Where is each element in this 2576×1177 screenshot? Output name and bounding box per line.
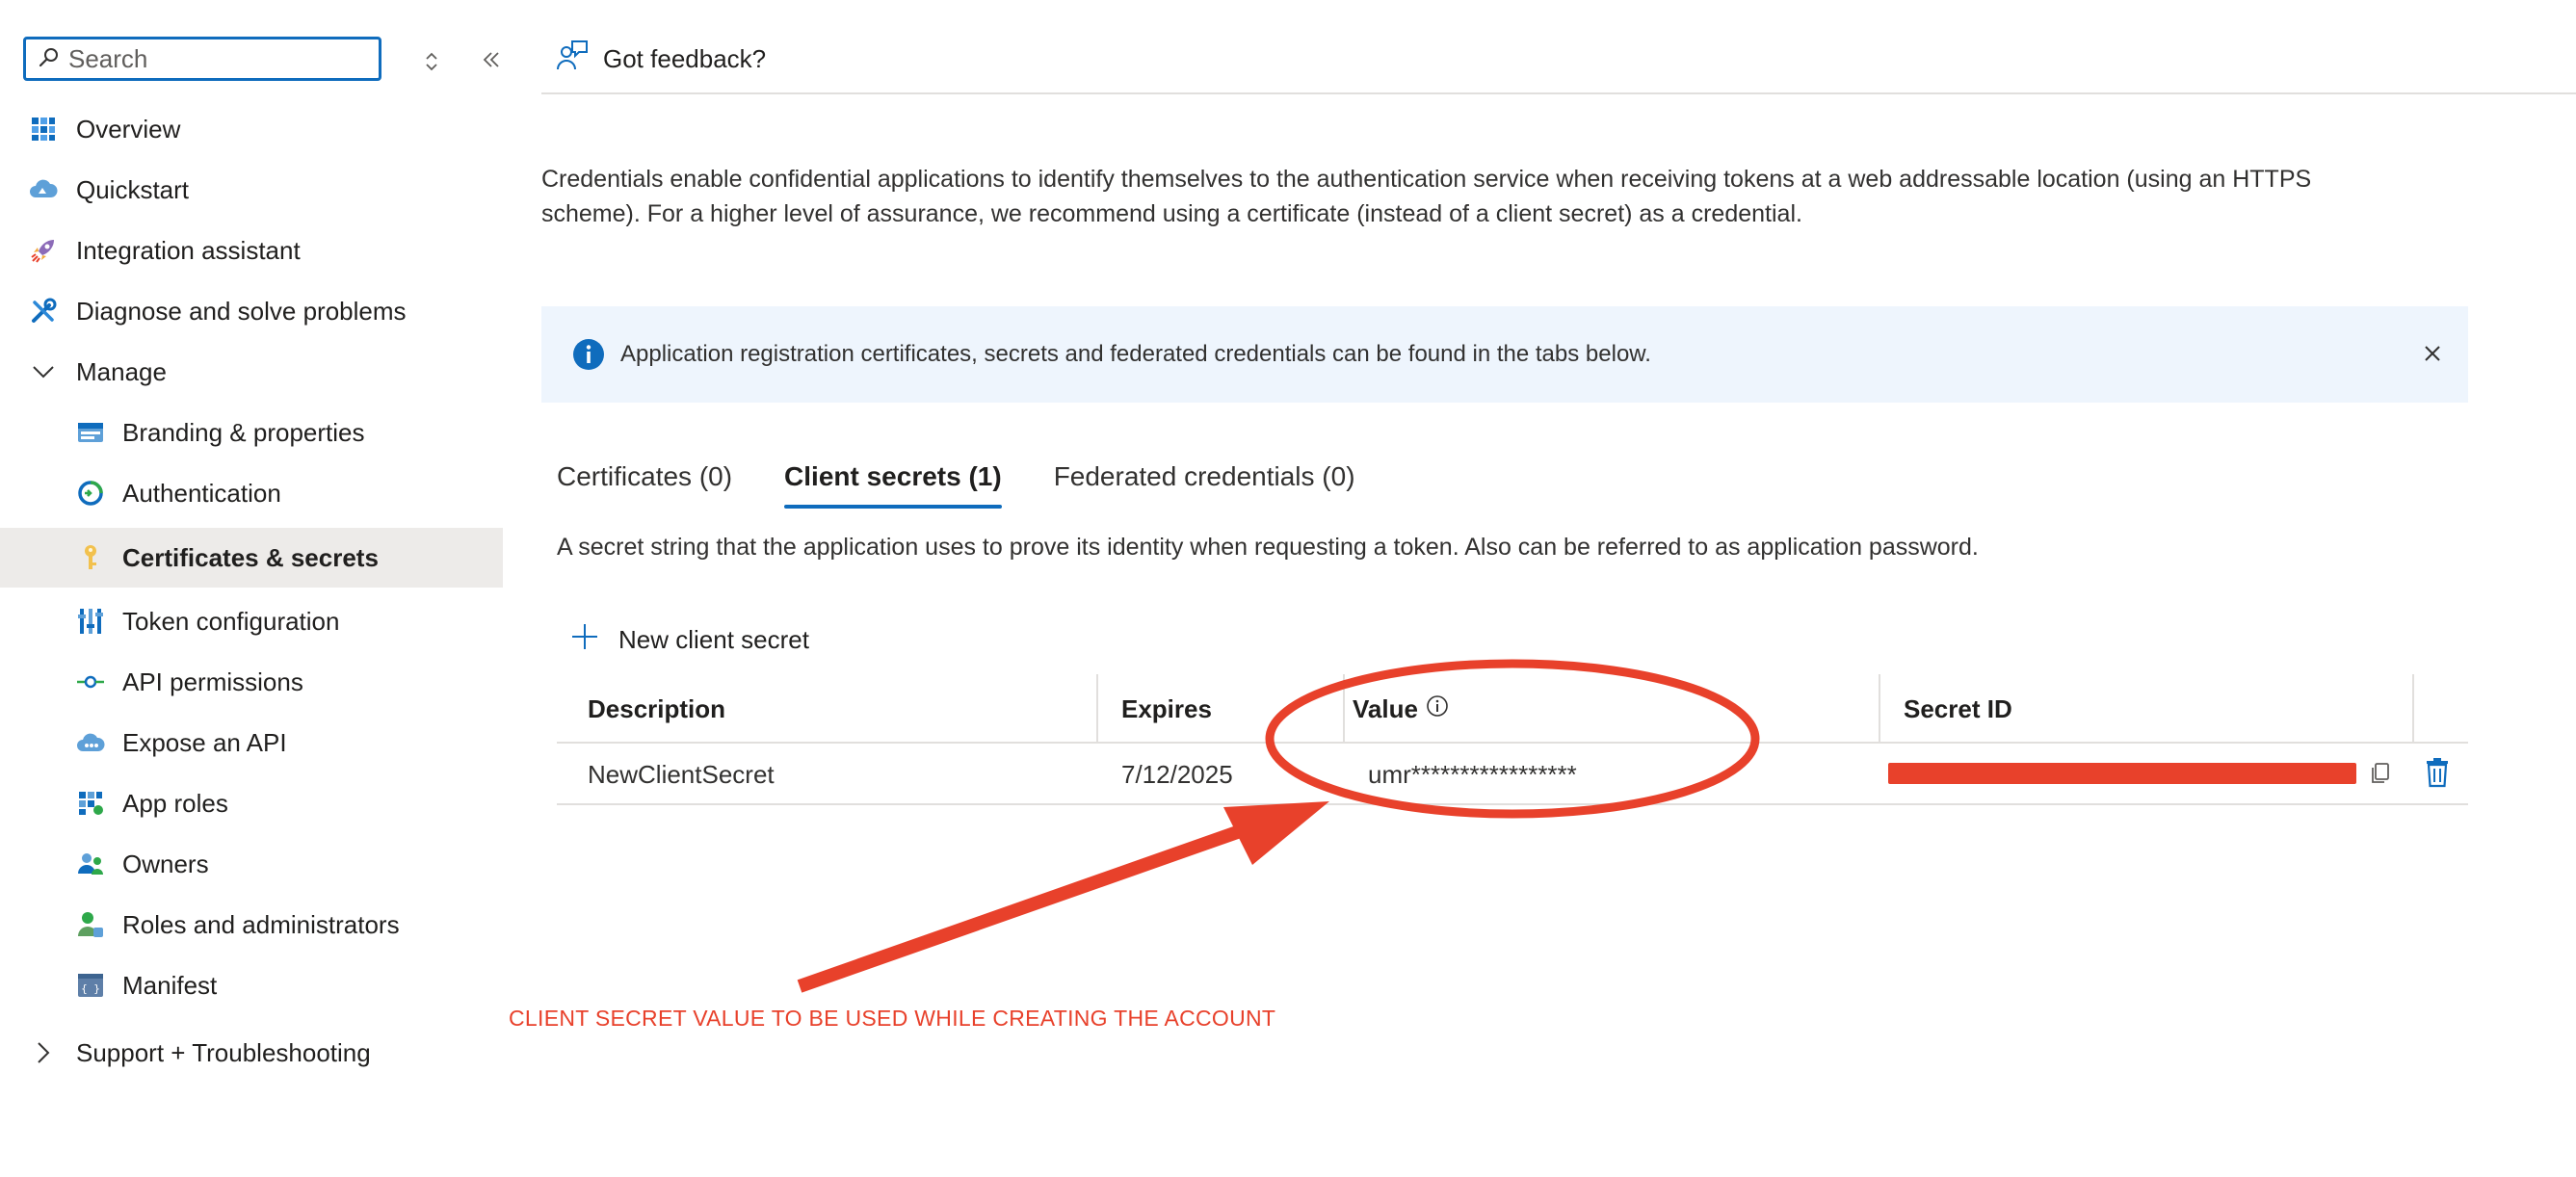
rocket-icon <box>27 234 60 267</box>
sidebar-item-label: Owners <box>122 849 209 878</box>
column-divider[interactable] <box>2412 674 2414 744</box>
key-icon <box>74 541 107 574</box>
sidebar-item-app-roles[interactable]: App roles <box>0 773 503 833</box>
redaction-bar <box>1888 763 2356 784</box>
sidebar-item-label: API permissions <box>122 667 303 696</box>
token-config-icon <box>74 605 107 638</box>
table-header: Description Expires Value Secret ID <box>557 674 2468 744</box>
info-banner-message: Application registration certificates, s… <box>620 341 1651 367</box>
sidebar-item-label: Roles and administrators <box>122 909 400 939</box>
sidebar-item-diagnose[interactable]: Diagnose and solve problems <box>0 281 503 341</box>
sidebar-item-expose-api[interactable]: Expose an API <box>0 713 503 772</box>
column-header-secret-id[interactable]: Secret ID <box>1904 674 2012 744</box>
search-box[interactable] <box>23 37 381 81</box>
sidebar-item-label: Support + Troubleshooting <box>76 1037 371 1067</box>
client-secrets-table: Description Expires Value Secret ID NewC… <box>557 674 2468 805</box>
sidebar-item-label: Diagnose and solve problems <box>76 296 407 326</box>
secret-description-cell: NewClientSecret <box>588 760 775 789</box>
feedback-person-icon <box>555 39 590 80</box>
delete-icon[interactable] <box>2420 755 2455 790</box>
sidebar-item-label: Manifest <box>122 970 218 1000</box>
sidebar-item-support[interactable]: Support + Troubleshooting <box>0 1023 503 1083</box>
sidebar-item-label: Quickstart <box>76 174 190 204</box>
sidebar-item-label: Integration assistant <box>76 235 301 265</box>
credential-tabs: Certificates (0) Client secrets (1) Fede… <box>557 453 1407 510</box>
search-row <box>23 37 499 81</box>
overview-grid-icon <box>27 113 60 145</box>
sidebar-item-label: Manage <box>76 356 167 386</box>
sort-toggle-icon[interactable] <box>412 44 451 79</box>
column-divider[interactable] <box>1343 674 1345 744</box>
sidebar: Overview Quickstart Integration assistan… <box>0 0 503 1177</box>
info-circle-icon[interactable] <box>1426 674 1449 744</box>
authentication-icon <box>74 477 107 510</box>
column-header-description[interactable]: Description <box>588 674 725 744</box>
client-secrets-description: A secret string that the application use… <box>557 534 1979 561</box>
copy-icon[interactable] <box>2366 759 2395 788</box>
chevron-right-icon <box>27 1036 60 1069</box>
annotation-arrow-head <box>1223 801 1329 865</box>
plus-icon <box>570 622 599 658</box>
feedback-button[interactable]: Got feedback? <box>555 39 766 80</box>
roles-admin-icon <box>74 908 107 941</box>
column-header-value-label: Value <box>1353 694 1418 723</box>
info-banner: Application registration certificates, s… <box>541 306 2468 403</box>
toolbar: Got feedback? <box>541 0 2576 94</box>
annotation-label: CLIENT SECRET VALUE TO BE USED WHILE CRE… <box>509 1006 1276 1031</box>
owners-people-icon <box>74 848 107 880</box>
sidebar-item-label: Overview <box>76 114 181 144</box>
api-permissions-icon <box>74 666 107 698</box>
sidebar-item-label: Authentication <box>122 478 281 508</box>
column-divider[interactable] <box>1096 674 1098 744</box>
sidebar-item-branding[interactable]: Branding & properties <box>0 403 503 462</box>
sidebar-item-token-configuration[interactable]: Token configuration <box>0 591 503 651</box>
sidebar-item-authentication[interactable]: Authentication <box>0 463 503 523</box>
sidebar-item-quickstart[interactable]: Quickstart <box>0 160 503 220</box>
sidebar-item-manifest[interactable]: { } Manifest <box>0 955 503 1015</box>
sidebar-item-api-permissions[interactable]: API permissions <box>0 652 503 712</box>
collapse-sidebar-icon[interactable] <box>472 42 511 77</box>
secret-expires-cell: 7/12/2025 <box>1121 760 1233 789</box>
chevron-down-icon <box>27 355 60 388</box>
sidebar-item-label: Certificates & secrets <box>122 542 379 572</box>
new-client-secret-button[interactable]: New client secret <box>570 622 809 658</box>
annotation-arrow-shaft <box>797 824 1246 993</box>
close-icon[interactable] <box>2416 337 2449 370</box>
sidebar-item-roles-admins[interactable]: Roles and administrators <box>0 895 503 955</box>
feedback-label: Got feedback? <box>603 44 767 73</box>
app-roles-grid-icon <box>74 787 107 820</box>
sidebar-item-label: Token configuration <box>122 606 340 636</box>
sidebar-item-overview[interactable]: Overview <box>0 99 503 159</box>
sidebar-item-label: Branding & properties <box>122 417 365 447</box>
tab-client-secrets[interactable]: Client secrets (1) <box>784 453 1002 510</box>
tab-federated-credentials[interactable]: Federated credentials (0) <box>1054 453 1355 510</box>
wrench-icon <box>27 295 60 327</box>
sidebar-item-owners[interactable]: Owners <box>0 834 503 894</box>
sidebar-item-label: App roles <box>122 788 228 818</box>
search-input[interactable] <box>68 43 357 74</box>
sidebar-item-certificates-secrets[interactable]: Certificates & secrets <box>0 528 503 588</box>
search-icon <box>38 45 61 73</box>
expose-api-cloud-icon <box>74 726 107 759</box>
new-client-secret-label: New client secret <box>618 625 809 654</box>
branding-icon <box>74 416 107 449</box>
sidebar-item-integration-assistant[interactable]: Integration assistant <box>0 221 503 280</box>
svg-text:{ }: { } <box>81 982 100 995</box>
tab-certificates[interactable]: Certificates (0) <box>557 453 732 510</box>
info-icon <box>572 338 605 371</box>
column-header-expires[interactable]: Expires <box>1121 674 1212 744</box>
sidebar-item-label: Expose an API <box>122 727 287 757</box>
manifest-icon: { } <box>74 969 107 1002</box>
column-divider[interactable] <box>1879 674 1880 744</box>
column-header-value[interactable]: Value <box>1353 674 1449 744</box>
cloud-quickstart-icon <box>27 173 60 206</box>
sidebar-item-manage[interactable]: Manage <box>0 342 503 402</box>
secret-value-cell[interactable]: umr***************** <box>1368 744 1577 805</box>
intro-description: Credentials enable confidential applicat… <box>541 166 2312 227</box>
